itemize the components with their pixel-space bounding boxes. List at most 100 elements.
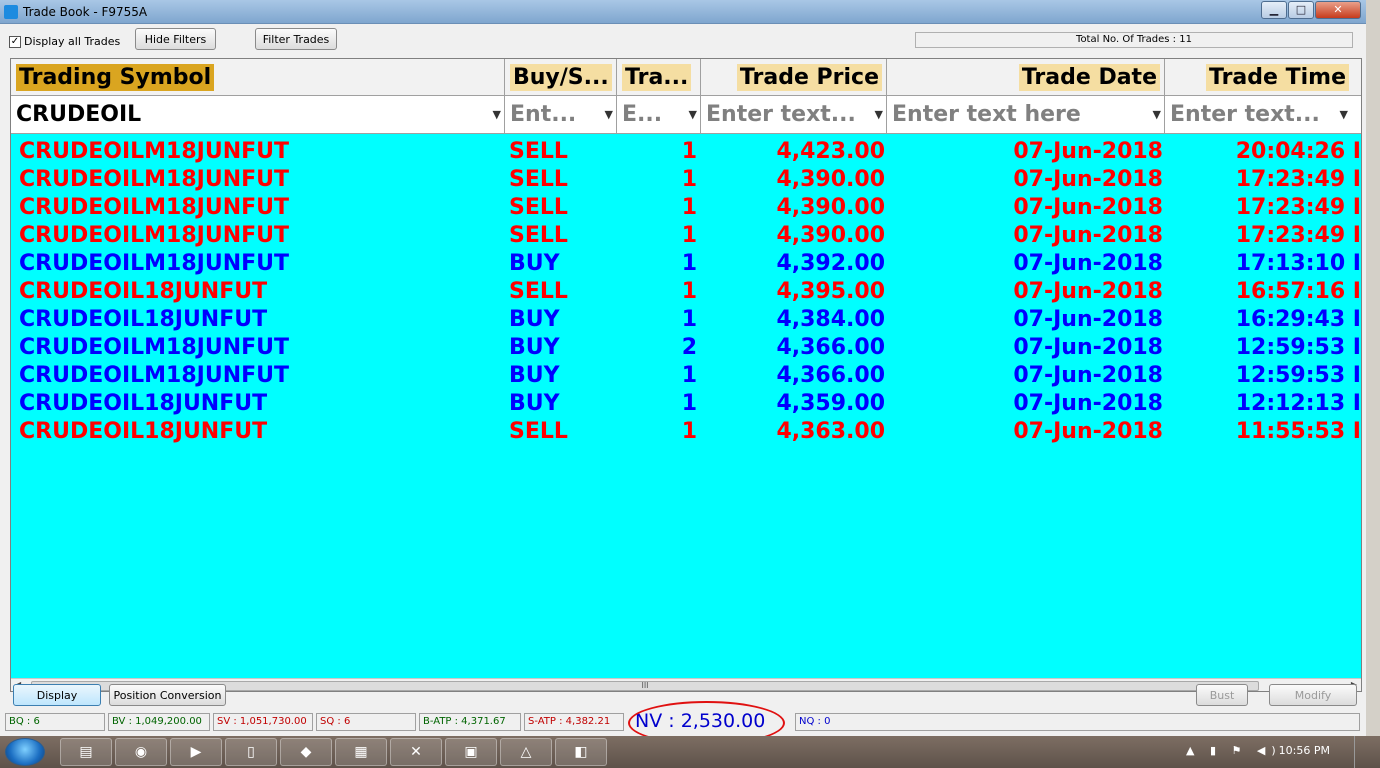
cell-symbol: CRUDEOILM18JUNFUT [19,251,290,276]
table-row[interactable]: CRUDEOILM18JUNFUT SELL 1 4,390.00 07-Jun-201… [11,194,1361,222]
filter-input-trade-price[interactable]: Enter text... [706,101,856,129]
filter-funnel-icon[interactable]: ▼ [1153,108,1161,121]
cell-side: BUY [509,251,560,276]
status-sell-value: SV : 1,051,730.00 [213,713,313,731]
cell-time: 17:23:49 I [1235,195,1361,220]
cell-time: 20:04:26 I [1235,139,1361,164]
filter-input-buy-sell[interactable]: Ent... [510,101,576,129]
cell-price: 4,390.00 [776,167,885,192]
table-row[interactable]: CRUDEOIL18JUNFUT BUY 1 4,384.00 07-Jun-2018 1… [11,306,1361,334]
display-button[interactable]: Display [13,684,101,706]
filter-input-trade-time[interactable]: Enter text... [1170,101,1320,129]
column-header-label: Buy/S... [510,64,612,91]
app-icon [4,5,18,19]
cell-date: 07-Jun-2018 [1013,391,1163,416]
maximize-button[interactable]: □ [1288,1,1314,19]
filter-input-trade-date[interactable]: Enter text here [892,101,1081,129]
column-header-trade-time[interactable]: Trade Time [1165,59,1351,96]
cell-qty: 1 [681,363,697,388]
cell-side: SELL [509,279,568,304]
table-row[interactable]: CRUDEOILM18JUNFUT BUY 2 4,366.00 07-Jun-2018… [11,334,1361,362]
filter-funnel-icon[interactable]: ▼ [875,108,883,121]
minimize-button[interactable]: ▁ [1261,1,1287,19]
cell-date: 07-Jun-2018 [1013,363,1163,388]
cell-time: 17:13:10 I [1235,251,1361,276]
cell-time: 11:55:53 I [1235,419,1361,444]
cell-date: 07-Jun-2018 [1013,419,1163,444]
taskbar-app-button[interactable]: ✕ [390,738,442,766]
taskbar-app-button[interactable]: ▦ [335,738,387,766]
show-desktop-button[interactable] [1354,736,1366,768]
filter-funnel-icon[interactable]: ▼ [1340,108,1348,121]
bust-button[interactable]: Bust [1196,684,1248,706]
filter-cell-trading-symbol[interactable]: CRUDEOIL ▼ [11,96,505,134]
tray-icons[interactable]: ▲ ▮ ⚑ ◀) [1186,744,1282,757]
toolbar: ✓ Display all Trades Hide Filters Filter… [0,24,1366,56]
cell-side: BUY [509,335,560,360]
cell-date: 07-Jun-2018 [1013,167,1163,192]
table-row[interactable]: CRUDEOILM18JUNFUT SELL 1 4,423.00 07-Jun-201… [11,138,1361,166]
filter-input-trade-qty[interactable]: E... [622,101,662,129]
column-header-trade-date[interactable]: Trade Date [887,59,1165,96]
cell-side: SELL [509,419,568,444]
filter-funnel-icon[interactable]: ▼ [493,108,501,121]
table-row[interactable]: CRUDEOIL18JUNFUT SELL 1 4,395.00 07-Jun-2018… [11,278,1361,306]
filter-cell-trade-time[interactable]: Enter text... ▼ [1165,96,1351,134]
taskbar-app-button[interactable]: ◆ [280,738,332,766]
filter-row: CRUDEOIL ▼ Ent... ▼ E... ▼ Enter text...… [11,96,1361,134]
cell-side: SELL [509,139,568,164]
cell-symbol: CRUDEOIL18JUNFUT [19,391,268,416]
taskbar-app-button[interactable]: ▶ [170,738,222,766]
filter-input-trading-symbol[interactable]: CRUDEOIL [16,101,141,129]
cell-qty: 1 [681,279,697,304]
column-header-trade-price[interactable]: Trade Price [701,59,887,96]
table-row[interactable]: CRUDEOILM18JUNFUT SELL 1 4,390.00 07-Jun-201… [11,166,1361,194]
table-row[interactable]: CRUDEOILM18JUNFUT BUY 1 4,366.00 07-Jun-2018… [11,362,1361,390]
column-header-label: Trade Date [1018,64,1160,91]
cell-side: BUY [509,363,560,388]
hide-filters-button[interactable]: Hide Filters [135,28,216,50]
column-header-label: Tra... [622,64,692,91]
table-row[interactable]: CRUDEOILM18JUNFUT SELL 1 4,390.00 07-Jun-201… [11,222,1361,250]
cell-date: 07-Jun-2018 [1013,139,1163,164]
start-button[interactable] [5,738,45,766]
position-conversion-button[interactable]: Position Conversion [109,684,226,706]
table-row[interactable]: CRUDEOIL18JUNFUT BUY 1 4,359.00 07-Jun-2018 1… [11,390,1361,418]
modify-button[interactable]: Modify [1269,684,1357,706]
column-header-trading-symbol[interactable]: Trading Symbol [11,59,505,96]
column-header-label: Trading Symbol [16,64,215,91]
filter-cell-trade-qty[interactable]: E... ▼ [617,96,701,134]
cell-qty: 1 [681,139,697,164]
cell-date: 07-Jun-2018 [1013,335,1163,360]
column-header-buy-sell[interactable]: Buy/S... [505,59,617,96]
taskbar-app-button[interactable]: △ [500,738,552,766]
cell-symbol: CRUDEOIL18JUNFUT [19,279,268,304]
filter-funnel-icon[interactable]: ▼ [605,108,613,121]
cell-time: 12:12:13 I [1235,391,1361,416]
table-row[interactable]: CRUDEOIL18JUNFUT SELL 1 4,363.00 07-Jun-2018… [11,418,1361,446]
taskbar-app-button[interactable]: ▤ [60,738,112,766]
taskbar-clock[interactable]: 10:56 PM [1279,744,1330,757]
filter-trades-button[interactable]: Filter Trades [255,28,337,50]
taskbar-app-button[interactable]: ▣ [445,738,497,766]
status-bar: BQ : 6 BV : 1,049,200.00 SV : 1,051,730.… [0,701,1366,745]
filter-cell-trade-date[interactable]: Enter text here ▼ [887,96,1165,134]
taskbar-app-button[interactable]: ▯ [225,738,277,766]
table-row[interactable]: CRUDEOILM18JUNFUT BUY 1 4,392.00 07-Jun-2018… [11,250,1361,278]
filter-cell-trade-price[interactable]: Enter text... ▼ [701,96,887,134]
cell-side: SELL [509,195,568,220]
filter-cell-buy-sell[interactable]: Ent... ▼ [505,96,617,134]
column-header-trade-qty[interactable]: Tra... [617,59,701,96]
close-button[interactable]: ✕ [1315,1,1361,19]
cell-qty: 1 [681,251,697,276]
cell-date: 07-Jun-2018 [1013,223,1163,248]
taskbar-app-button[interactable]: ◉ [115,738,167,766]
status-net-value: NV : 2,530.00 [635,710,766,732]
display-all-checkbox[interactable]: ✓ [9,36,21,48]
display-all-label: Display all Trades [24,35,121,48]
filter-funnel-icon[interactable]: ▼ [689,108,697,121]
taskbar-app-button[interactable]: ◧ [555,738,607,766]
cell-price: 4,395.00 [776,279,885,304]
status-buy-atp: B-ATP : 4,371.67 [419,713,521,731]
cell-side: SELL [509,223,568,248]
